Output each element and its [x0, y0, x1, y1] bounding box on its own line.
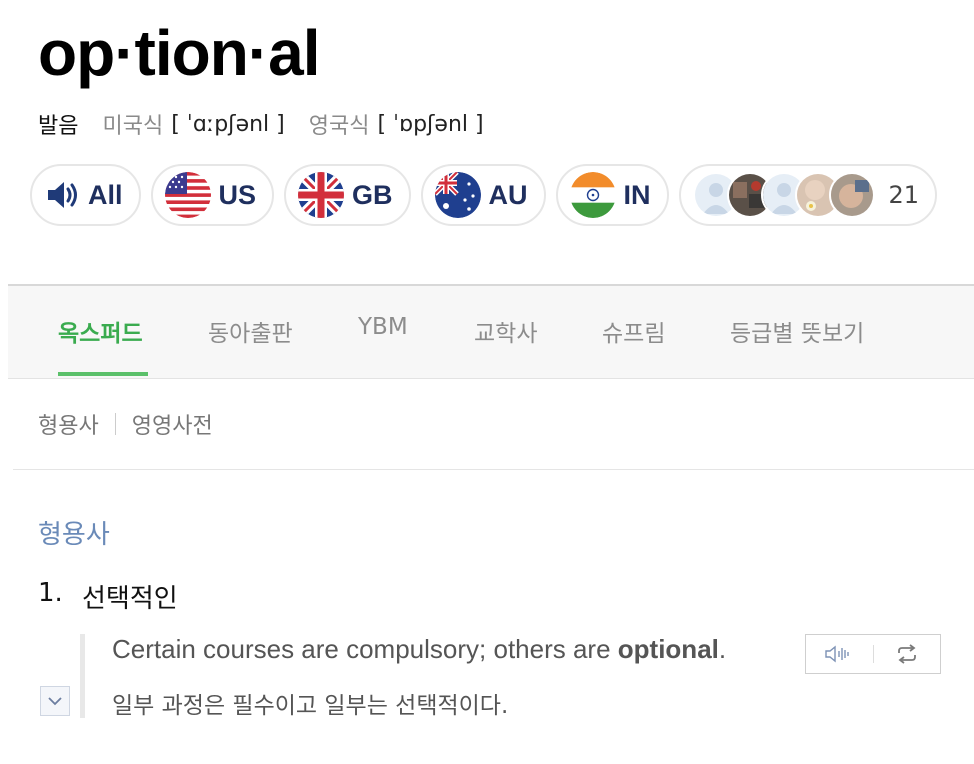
- audio-in-label: IN: [623, 179, 651, 210]
- audio-gb-label: GB: [352, 179, 393, 210]
- audio-us-label: US: [218, 179, 257, 210]
- tab-donga[interactable]: 동아출판: [208, 314, 293, 348]
- sense-number: 1.: [38, 578, 63, 608]
- sub-navigation: 형용사 영영사전: [38, 408, 213, 440]
- expand-example-button[interactable]: [40, 686, 70, 716]
- au-flag-icon: [434, 172, 481, 218]
- user-recording-count: 21: [888, 181, 920, 209]
- uk-region-label: 영국식: [308, 114, 370, 139]
- audio-all-label: All: [88, 179, 123, 210]
- tab-supreme[interactable]: 슈프림: [602, 314, 665, 348]
- audio-all-button[interactable]: All: [30, 164, 141, 226]
- audio-au-label: AU: [488, 179, 528, 210]
- example-sentence-ko: 일부 과정은 필수이고 일부는 선택적이다.: [112, 693, 509, 719]
- pronunciation-label: 발음: [38, 114, 79, 139]
- audio-in-button[interactable]: IN: [555, 164, 669, 226]
- in-flag-icon: [569, 172, 616, 218]
- example-repeat-button[interactable]: [874, 635, 941, 673]
- repeat-icon: [897, 644, 916, 664]
- audio-au-button[interactable]: AU: [420, 164, 546, 226]
- tab-level-meaning[interactable]: 등급별 뜻보기: [730, 314, 864, 348]
- dictionary-tabs: 옥스퍼드 동아출판 YBM 교학사 슈프림 등급별 뜻보기: [8, 284, 974, 379]
- example-quote-bar: [80, 634, 85, 718]
- us-ipa: [ ˈɑːpʃənl ]: [171, 111, 285, 137]
- chevron-down-icon: [48, 697, 62, 706]
- part-of-speech: 형용사: [38, 520, 110, 550]
- user-avatars: [692, 172, 875, 218]
- headword: op·tion·al: [38, 17, 320, 89]
- audio-buttons: All US GB AU IN 21: [30, 164, 938, 226]
- tab-ybm[interactable]: YBM: [358, 314, 408, 340]
- tab-oxford[interactable]: 옥스퍼드: [58, 314, 143, 348]
- gb-flag-icon: [298, 172, 345, 218]
- tab-kyohak[interactable]: 교학사: [474, 314, 537, 348]
- sense-meaning: 선택적인: [82, 584, 178, 614]
- example-text-after: .: [718, 634, 727, 664]
- divider: [13, 469, 974, 470]
- user-recordings-button[interactable]: 21: [678, 164, 938, 226]
- example-play-button[interactable]: [806, 635, 873, 673]
- example-controls: [805, 634, 941, 674]
- speaker-icon: [48, 182, 77, 208]
- speaker-outline-icon: [825, 645, 849, 663]
- us-region-label: 미국식: [102, 114, 164, 139]
- active-tab-indicator: [58, 372, 148, 376]
- example-text-before: Certain courses are compulsory; others a…: [112, 634, 618, 664]
- us-flag-icon: [164, 172, 211, 218]
- pronunciation-row: 발음 미국식 [ ˈɑːpʃənl ] 영국식 [ ˈɒpʃənl ]: [38, 108, 508, 140]
- subnav-english-english[interactable]: 영영사전: [132, 408, 213, 440]
- audio-gb-button[interactable]: GB: [284, 164, 411, 226]
- example-sentence-en: Certain courses are compulsory; others a…: [112, 634, 726, 665]
- avatar: [828, 172, 875, 218]
- uk-ipa: [ ˈɒpʃənl ]: [377, 111, 484, 137]
- example-highlight: optional: [617, 634, 719, 664]
- audio-us-button[interactable]: US: [150, 164, 275, 226]
- subnav-adjective[interactable]: 형용사: [38, 408, 99, 440]
- subnav-separator: [114, 413, 116, 435]
- sense-item: 1. 선택적인: [38, 578, 178, 615]
